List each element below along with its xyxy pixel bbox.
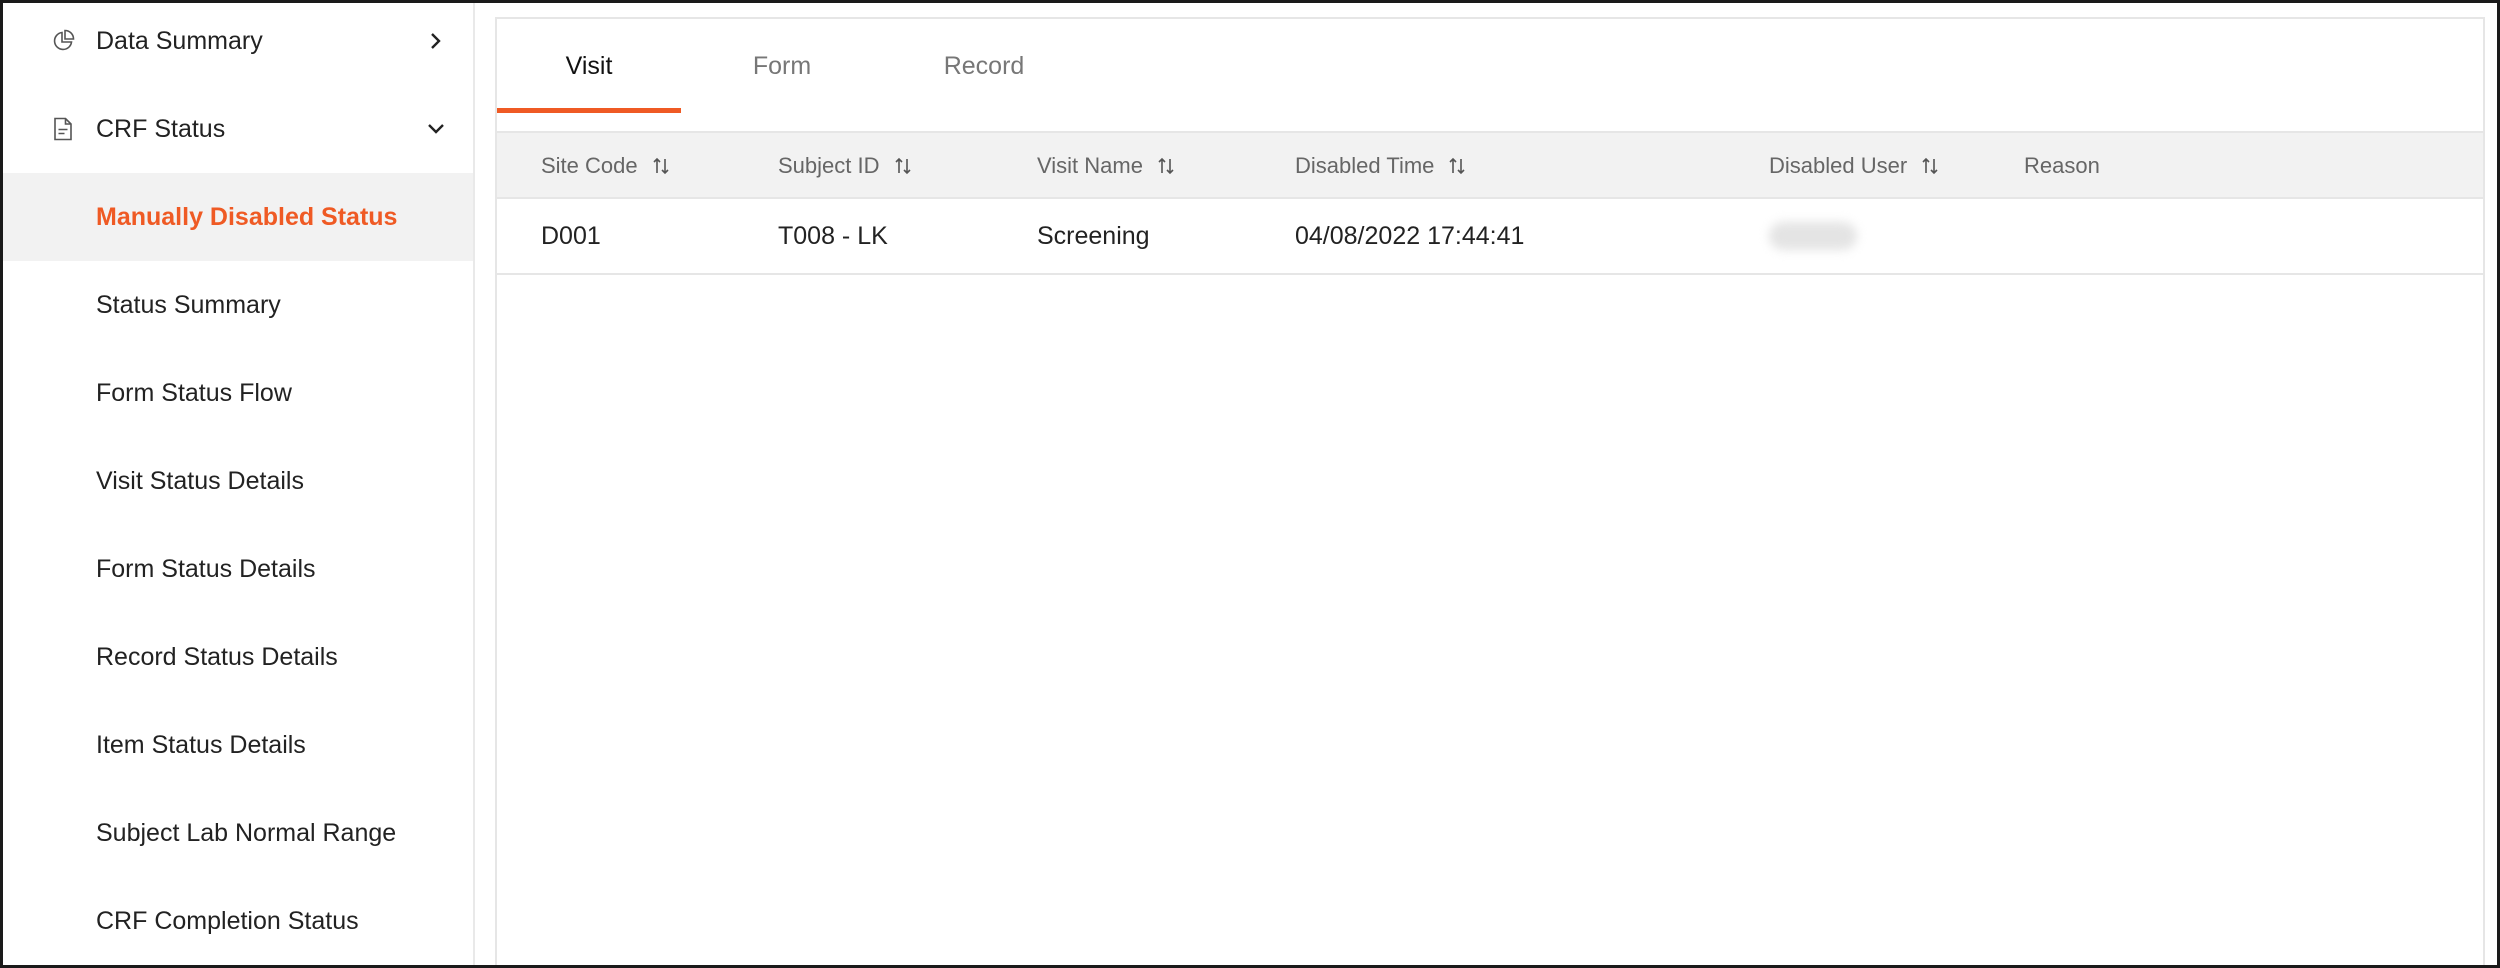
sidebar-item-form-status-flow[interactable]: Form Status Flow: [3, 349, 473, 437]
pie-chart-icon: [49, 27, 77, 55]
sidebar-item-label: Manually Disabled Status: [96, 202, 398, 231]
app-window: Data Summary CRF Status Manually Disable…: [0, 0, 2500, 968]
sidebar-item-label: Subject Lab Normal Range: [96, 818, 397, 847]
sidebar-item-label: Item Status Details: [96, 730, 306, 759]
sidebar-item-visit-status-details[interactable]: Visit Status Details: [3, 437, 473, 525]
column-header-label: Subject ID: [778, 153, 880, 178]
column-header-subject-id: Subject ID: [778, 133, 912, 199]
tab-bar: Visit Form Record: [497, 19, 2483, 113]
sidebar-item-label: Data Summary: [96, 26, 263, 55]
cell-disabled-time: 04/08/2022 17:44:41: [1295, 221, 1525, 250]
column-header-reason: Reason: [2024, 133, 2100, 199]
sort-icon[interactable]: [1921, 156, 1939, 176]
cell-subject-id: T008 - LK: [778, 221, 888, 250]
tab-visit[interactable]: Visit: [497, 19, 681, 113]
sidebar-item-label: CRF Status: [96, 114, 226, 143]
sidebar-item-crf-status[interactable]: CRF Status: [3, 85, 473, 173]
column-header-disabled-time: Disabled Time: [1295, 133, 1466, 199]
column-header-label: Disabled User: [1769, 153, 1908, 178]
sidebar-item-crf-completion-status[interactable]: CRF Completion Status: [3, 877, 473, 965]
main-panel: Visit Form Record Site Code Subject ID V…: [495, 17, 2485, 965]
column-header-label: Disabled Time: [1295, 153, 1435, 178]
sidebar-item-record-status-details[interactable]: Record Status Details: [3, 613, 473, 701]
document-icon: [49, 115, 77, 143]
tab-record[interactable]: Record: [897, 19, 1071, 113]
sidebar: Data Summary CRF Status Manually Disable…: [3, 3, 475, 965]
chevron-down-icon[interactable]: [425, 118, 447, 140]
sidebar-item-status-summary[interactable]: Status Summary: [3, 261, 473, 349]
cell-visit-name: Screening: [1037, 221, 1150, 250]
tab-label: Visit: [565, 51, 613, 80]
sort-icon[interactable]: [1448, 156, 1466, 176]
sidebar-item-manually-disabled-status[interactable]: Manually Disabled Status: [3, 173, 473, 261]
table-row[interactable]: D001 T008 - LK Screening 04/08/2022 17:4…: [497, 199, 2483, 275]
redacted-user-name: [1769, 222, 1857, 250]
sort-icon[interactable]: [894, 156, 912, 176]
cell-site-code: D001: [541, 221, 601, 250]
sort-icon[interactable]: [1157, 156, 1175, 176]
column-header-visit-name: Visit Name: [1037, 133, 1175, 199]
sidebar-item-label: Visit Status Details: [96, 466, 304, 495]
sidebar-item-label: Form Status Details: [96, 554, 316, 583]
sidebar-item-form-status-details[interactable]: Form Status Details: [3, 525, 473, 613]
sidebar-item-subject-lab-normal-range[interactable]: Subject Lab Normal Range: [3, 789, 473, 877]
tab-form[interactable]: Form: [701, 19, 863, 113]
column-header-label: Reason: [2024, 153, 2100, 178]
active-tab-indicator: [497, 108, 681, 113]
sidebar-item-label: CRF Completion Status: [96, 906, 359, 935]
table-header: Site Code Subject ID Visit Name Disabled…: [497, 131, 2483, 199]
sidebar-item-label: Status Summary: [96, 290, 281, 319]
chevron-right-icon[interactable]: [425, 30, 447, 52]
sidebar-item-label: Form Status Flow: [96, 378, 292, 407]
tab-label: Form: [752, 51, 812, 80]
column-header-label: Site Code: [541, 153, 638, 178]
column-header-label: Visit Name: [1037, 153, 1143, 178]
cell-disabled-user: [1769, 199, 1857, 273]
sidebar-item-item-status-details[interactable]: Item Status Details: [3, 701, 473, 789]
sort-icon[interactable]: [652, 156, 670, 176]
column-header-disabled-user: Disabled User: [1769, 133, 1939, 199]
sidebar-item-label: Record Status Details: [96, 642, 338, 671]
tab-label: Record: [943, 51, 1025, 80]
sidebar-item-data-summary[interactable]: Data Summary: [3, 3, 473, 85]
column-header-site-code: Site Code: [541, 133, 670, 199]
